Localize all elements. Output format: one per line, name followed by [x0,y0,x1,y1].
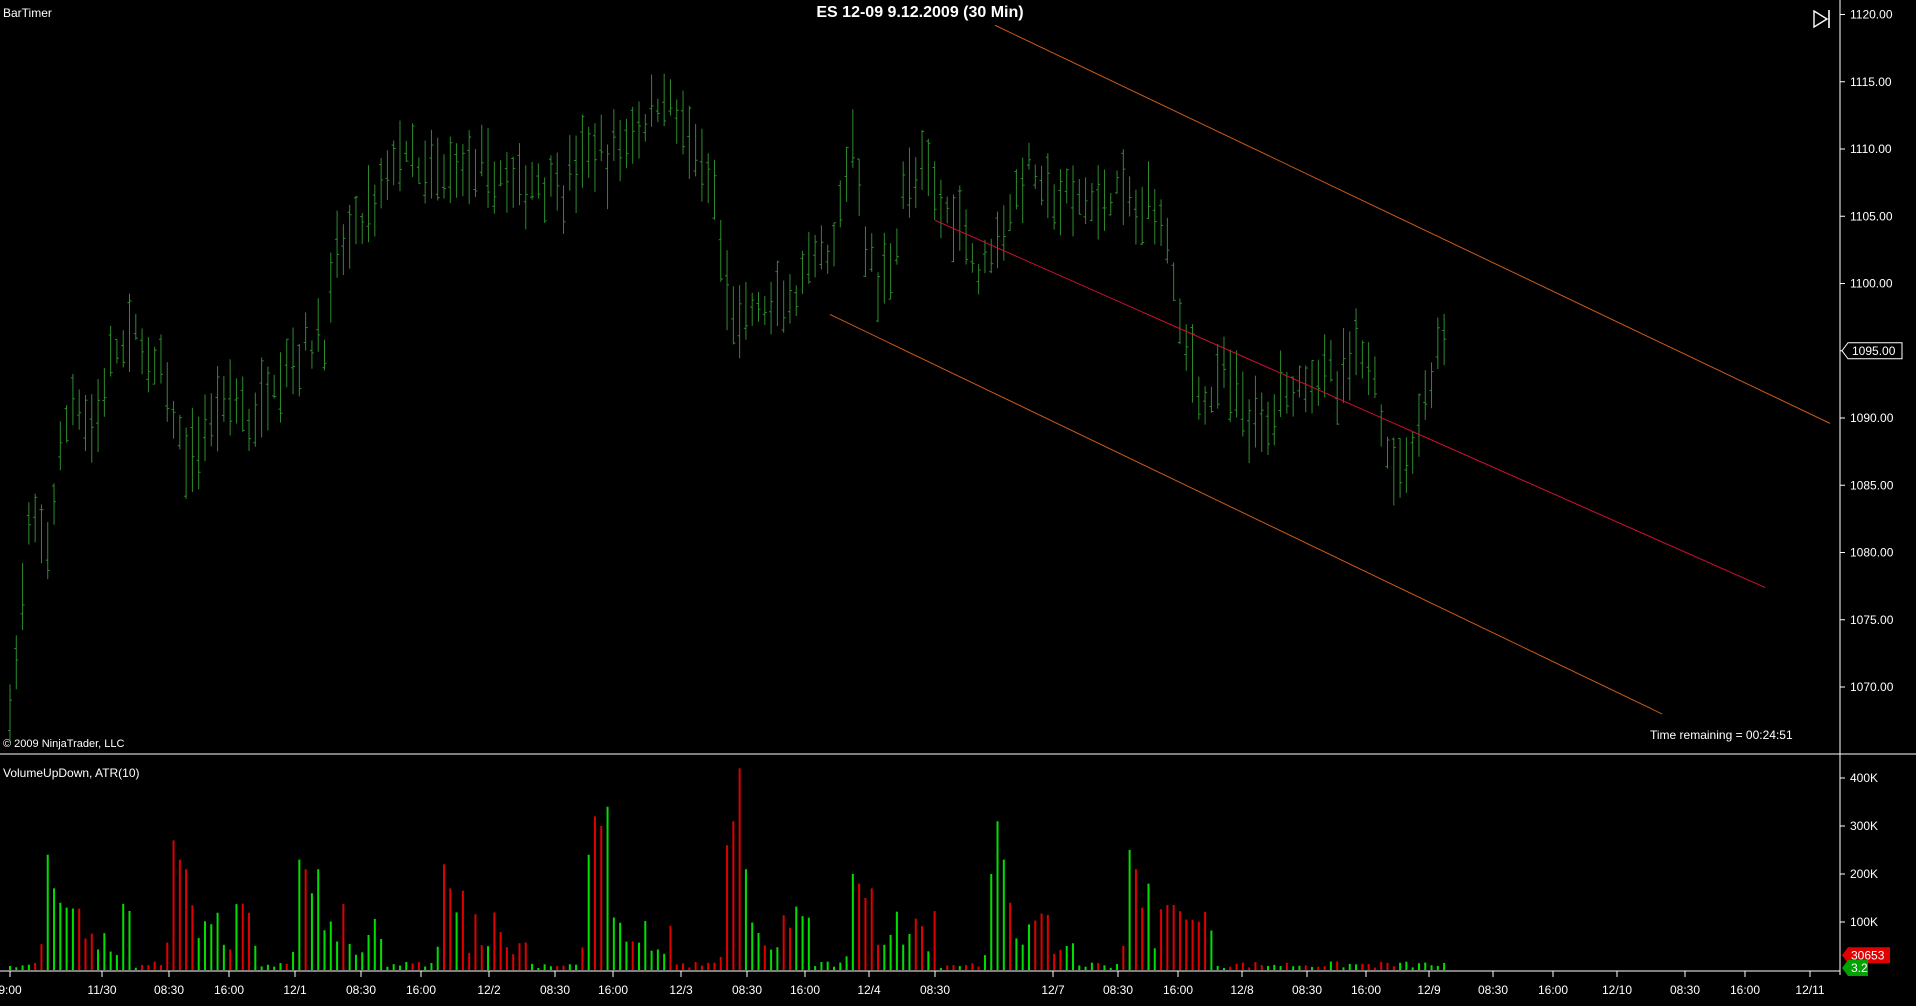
price-tick-label: 1085.00 [1850,478,1894,492]
volume-panel-label: VolumeUpDown, ATR(10) [3,766,140,780]
time-tick-label: 12/3 [669,983,693,997]
price-tick-label: 1120.00 [1850,8,1893,22]
price-tick-label: 1070.00 [1850,680,1894,694]
price-tick-label: 1110.00 [1850,142,1892,156]
time-tick-label: 16:00 [1538,983,1568,997]
time-tick-label: 16:00 [406,983,436,997]
price-tick-label: 1075.00 [1850,613,1894,627]
time-tick-label: 08:30 [732,983,762,997]
time-tick-label: 12/4 [857,983,881,997]
time-tick-label: 08:30 [154,983,184,997]
time-tick-label: 16:00 [1163,983,1193,997]
time-tick-label: 16:00 [790,983,820,997]
price-tick-label: 1090.00 [1850,411,1894,425]
price-tick-label: 1080.00 [1850,546,1894,560]
time-tick-label: 12/8 [1230,983,1254,997]
time-tick-label: 12/2 [477,983,501,997]
time-tick-label: 9:00 [0,983,22,997]
channel-line-middle [934,219,1766,588]
channel-line-upper [994,24,1831,424]
time-tick-label: 11/30 [87,983,116,997]
last-price-label: 1095.00 [1852,344,1896,358]
time-tick-label: 08:30 [1478,983,1508,997]
volume-tick-label: 300K [1850,819,1878,833]
axes: 1070.00 1075.00 1080.00 1085.00 1090.00 1095.… [0,0,1916,997]
time-remaining-label: Time remaining = 00:24:51 [1650,728,1793,742]
price-tick-label: 1100.00 [1850,277,1893,291]
time-tick-label: 16:00 [1351,983,1381,997]
volume-bars [9,768,1446,970]
atr-value-label: 3.2 [1851,961,1868,975]
time-tick-label: 12/10 [1602,983,1632,997]
time-tick-label: 08:30 [540,983,570,997]
time-tick-label: 16:00 [214,983,244,997]
time-tick-label: 08:30 [920,983,950,997]
time-tick-label: 12/9 [1417,983,1441,997]
channel-line-lower [829,313,1663,715]
time-tick-label: 08:30 [346,983,376,997]
volume-tick-label: 400K [1850,771,1878,785]
time-tick-label: 08:30 [1670,983,1700,997]
time-tick-label: 12/11 [1795,983,1824,997]
time-tick-label: 12/1 [283,983,307,997]
price-bars [8,73,1447,743]
price-tick-label: 1105.00 [1850,209,1893,223]
volume-tick-label: 100K [1850,915,1878,929]
panel-collapse-icon[interactable] [1812,8,1832,30]
time-tick-label: 16:00 [1730,983,1760,997]
chart-canvas: 1070.00 1075.00 1080.00 1085.00 1090.00 1095.… [0,0,1916,997]
time-tick-label: 08:30 [1103,983,1133,997]
regression-channel [829,24,1831,715]
copyright-label: © 2009 NinjaTrader, LLC [3,738,125,750]
time-tick-label: 16:00 [598,983,628,997]
time-tick-label: 08:30 [1292,983,1322,997]
price-tick-label: 1115.00 [1850,75,1892,89]
time-tick-label: 12/7 [1041,983,1065,997]
volume-tick-label: 200K [1850,867,1878,881]
chart-title: ES 12-09 9.12.2009 (30 Min) [816,4,1024,21]
